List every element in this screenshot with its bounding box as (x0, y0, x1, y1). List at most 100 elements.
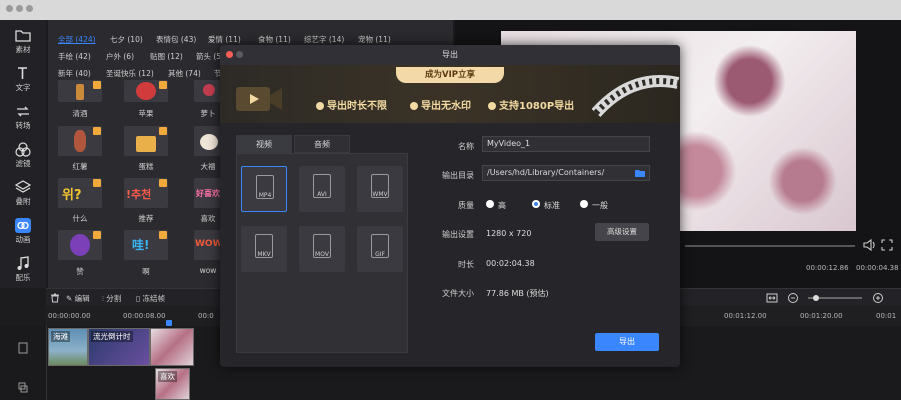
category-outdoor[interactable]: 户外 (6) (106, 51, 134, 62)
export-button[interactable]: 导出 (595, 333, 659, 351)
category-newyear[interactable]: 新年 (40) (58, 68, 91, 79)
premium-badge-icon (93, 81, 101, 89)
sticker-label: 苹果 (138, 109, 154, 118)
category-emoji[interactable]: 表情包 (43) (156, 34, 196, 45)
text-icon (18, 67, 27, 79)
category-handdrawn[interactable]: 手绘 (42) (58, 51, 91, 62)
ruler-tick-label: 00:00:08.00 (123, 312, 166, 320)
format-mkv[interactable]: MKV (241, 226, 287, 272)
rail-item-text[interactable]: 文字 (0, 62, 46, 98)
sticker-cake[interactable] (124, 126, 168, 156)
minimize-window-button[interactable] (16, 5, 23, 12)
category-all[interactable]: 全部 (424) (58, 34, 96, 45)
category-christmas[interactable]: 圣诞快乐 (12) (106, 68, 154, 79)
perk-unlimited-duration: 导出时长不限 (316, 97, 387, 112)
zoom-in-icon[interactable] (872, 292, 884, 304)
rail-item-material[interactable]: 素材 (0, 24, 46, 60)
ruler-tick-label: 00:01:20.00 (800, 312, 843, 320)
edit-button[interactable]: ✎ 编辑 (66, 293, 90, 304)
category-variety-text[interactable]: 综艺字 (14) (304, 34, 344, 45)
premium-badge-icon (93, 179, 101, 187)
clip-label: 喜欢 (158, 371, 177, 382)
preview-seekbar[interactable] (685, 245, 855, 247)
trash-icon[interactable] (50, 293, 60, 303)
output-dir-label: 输出目录 (442, 171, 474, 180)
split-button[interactable]: ⫶ 分割 (102, 293, 121, 304)
category-stickers[interactable]: 贴图 (12) (150, 51, 183, 62)
sticker-apple[interactable] (124, 80, 168, 102)
animation-icon (15, 218, 31, 233)
rail-item-music[interactable]: 配乐 (0, 252, 46, 288)
volume-icon[interactable] (862, 238, 876, 252)
sticker-label: 推荐 (138, 214, 154, 223)
rail-label: 文字 (15, 83, 31, 92)
tab-audio[interactable]: 音频 (294, 135, 350, 153)
sticker-text: WOW (195, 239, 223, 249)
perk-text: 导出时长不限 (327, 101, 387, 112)
category-pets[interactable]: 宠物 (11) (358, 34, 391, 45)
close-window-button[interactable] (6, 5, 13, 12)
clip-beach[interactable]: 海滩 (48, 328, 88, 366)
sticker-thumbs-up[interactable] (58, 230, 102, 260)
name-input[interactable]: MyVideo_1 (482, 136, 650, 152)
zoom-window-button[interactable] (26, 5, 33, 12)
format-mp4[interactable]: MP4 (241, 166, 287, 212)
sticker-ah[interactable]: 哇! (124, 230, 168, 260)
rail-item-transition[interactable]: 转场 (0, 100, 46, 136)
category-food[interactable]: 食物 (11) (258, 34, 291, 45)
dialog-title: 导出 (442, 50, 458, 59)
category-arrows[interactable]: 箭头 (5 (196, 51, 221, 62)
quality-normal-radio[interactable] (580, 200, 588, 208)
category-love[interactable]: 爱情 (11) (208, 34, 241, 45)
duration-value: 00:02:04.38 (486, 259, 535, 268)
sticker-text: !추천 (126, 188, 152, 201)
sticker-label: 清酒 (72, 109, 88, 118)
category-qixi[interactable]: 七夕 (10) (110, 34, 143, 45)
rail-item-filter[interactable]: 滤镜 (0, 138, 46, 174)
quality-high-radio[interactable] (486, 200, 494, 208)
quality-standard-radio[interactable] (532, 200, 540, 208)
sticker-sweet-potato[interactable] (58, 126, 102, 156)
format-wmv[interactable]: WMV (357, 166, 403, 212)
tab-video[interactable]: 视频 (236, 135, 292, 153)
clip-like-sticker[interactable]: 喜欢 (155, 368, 190, 400)
clip-label: 海滩 (51, 331, 70, 342)
perk-text: 导出无水印 (421, 101, 471, 112)
zoom-slider-handle[interactable] (813, 295, 819, 301)
dialog-minimize-button[interactable] (236, 51, 243, 58)
format-gif[interactable]: GIF (357, 226, 403, 272)
output-dir-input[interactable]: /Users/hd/Library/Containers/ (482, 165, 650, 181)
output-settings-label: 输出设置 (442, 230, 474, 239)
format-panel: 视频 音频 MP4 AVI WMV MKV MOV GIF (236, 135, 408, 353)
preview-total-time: 00:00:04.38 (856, 264, 899, 272)
quality-normal-label: 一般 (592, 201, 608, 210)
filter-icon (15, 142, 31, 157)
sticker-recommend[interactable]: !추천 (124, 178, 168, 208)
rail-item-animation[interactable]: 动画 (0, 214, 46, 250)
advanced-settings-button[interactable]: 高级设置 (595, 223, 649, 241)
dialog-close-button[interactable] (226, 51, 233, 58)
format-mov[interactable]: MOV (299, 226, 345, 272)
clip-blossom[interactable] (150, 328, 194, 366)
category-other[interactable]: 其他 (74) (168, 68, 201, 79)
rail-label: 配乐 (15, 273, 31, 282)
sticker-what[interactable]: 위? (58, 178, 102, 208)
name-label: 名称 (458, 142, 474, 151)
quality-high-label: 高 (498, 201, 506, 210)
freeze-label: 冻结帧 (142, 294, 166, 303)
rail-label: 滤镜 (15, 159, 31, 168)
ruler-tick-label: 00:00:00.00 (48, 312, 91, 320)
vip-badge[interactable]: 成为VIP立享 (396, 67, 504, 83)
freeze-frame-button[interactable]: ▯ 冻结帧 (136, 293, 165, 304)
clip-countdown[interactable]: 流光倒计时 (88, 328, 150, 366)
rail-item-overlay[interactable]: 叠附 (0, 176, 46, 212)
video-camera-icon (236, 87, 282, 111)
sticker-text: 위? (62, 188, 82, 203)
format-label: MP4 (258, 192, 272, 199)
zoom-out-icon[interactable] (787, 292, 799, 304)
folder-browse-icon[interactable] (634, 169, 646, 178)
fit-timeline-icon[interactable] (766, 292, 778, 304)
format-avi[interactable]: AVI (299, 166, 345, 212)
fullscreen-icon[interactable] (880, 238, 894, 252)
sticker-sake[interactable] (58, 80, 102, 102)
